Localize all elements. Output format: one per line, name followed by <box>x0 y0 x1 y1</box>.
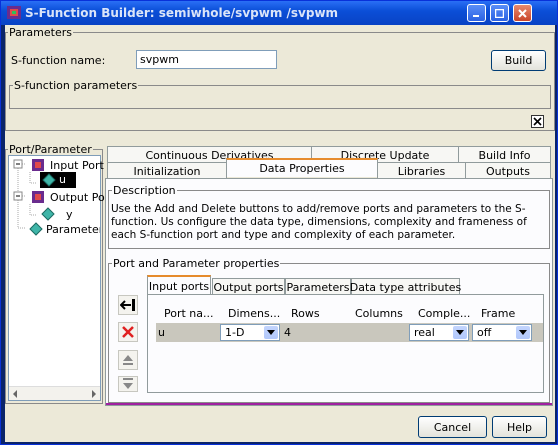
cancel-button[interactable]: Cancel <box>418 416 487 438</box>
close-small-icon <box>533 117 542 126</box>
col-complexity: Comple... <box>418 307 471 320</box>
input-ports-table: Port na... Dimens... Rows Columns Comple… <box>147 294 544 393</box>
dimensions-select[interactable]: 1-D <box>220 324 280 341</box>
maximize-icon <box>495 8 504 18</box>
port-diamond-icon <box>41 207 55 221</box>
add-arrow-icon <box>120 299 135 311</box>
tree-item-input-port[interactable]: Input Port <box>50 159 104 172</box>
clear-params-button[interactable] <box>531 115 544 128</box>
matlab-app-icon <box>7 6 21 19</box>
add-port-button[interactable] <box>118 295 138 315</box>
tab-output-ports[interactable]: Output ports <box>212 278 285 295</box>
build-button[interactable]: Build <box>491 50 546 71</box>
tab-initialization[interactable]: Initialization <box>107 162 227 179</box>
description-label: Description <box>112 184 177 197</box>
help-button[interactable]: Help <box>492 416 547 438</box>
description-text: Use the Add and Delete buttons to add/re… <box>111 203 527 241</box>
sfunction-builder-window: S-Function Builder: semiwhole/svpwm /svp… <box>0 0 558 445</box>
complexity-select[interactable]: real <box>409 324 469 341</box>
sfunction-name-input[interactable]: svpwm <box>136 50 277 69</box>
tree-horizontal-scrollbar[interactable] <box>9 386 100 400</box>
col-port-name: Port na... <box>164 307 214 320</box>
output-port-icon <box>32 191 44 203</box>
minimize-button[interactable] <box>467 4 486 22</box>
tab-parameters[interactable]: Parameters <box>285 278 351 295</box>
minimize-icon <box>473 14 479 17</box>
tree-item-output-port[interactable]: Output Po <box>50 191 105 204</box>
cell-rows[interactable]: 4 <box>282 324 344 341</box>
tab-data-type-attributes[interactable]: Data type attributes <box>350 278 461 295</box>
parameters-group-label: Parameters <box>8 26 73 39</box>
cell-port-name[interactable]: u <box>156 324 218 341</box>
tab-outputs[interactable]: Outputs <box>465 162 551 179</box>
window-title: S-Function Builder: semiwhole/svpwm /svp… <box>25 6 339 20</box>
chevron-down-icon <box>264 326 278 339</box>
close-icon <box>518 8 527 18</box>
tree-item-u[interactable]: u <box>40 172 76 188</box>
panel-bottom-accent <box>106 403 552 405</box>
tree-item-y[interactable]: y <box>66 208 73 221</box>
data-properties-panel: Description Use the Add and Delete butto… <box>105 178 553 406</box>
client-area: Parameters S-function name: svpwm Build … <box>5 25 555 442</box>
col-dimensions: Dimens... <box>228 307 281 320</box>
sfunction-parameters-label: S-function parameters <box>13 79 139 92</box>
chevron-down-icon <box>453 326 467 339</box>
tab-libraries[interactable]: Libraries <box>377 162 466 179</box>
delete-x-icon <box>122 326 134 338</box>
title-bar: S-Function Builder: semiwhole/svpwm /svp… <box>1 1 557 25</box>
col-frame: Frame <box>481 307 516 320</box>
col-columns: Columns <box>355 307 403 320</box>
tab-build-info[interactable]: Build Info <box>458 146 551 163</box>
port-parameter-properties-label: Port and Parameter properties <box>112 257 281 270</box>
move-up-icon <box>123 355 133 365</box>
table-row[interactable]: u 1-D 4 real off <box>156 323 543 342</box>
sfunction-name-label: S-function name: <box>11 54 106 67</box>
tree-item-parameters[interactable]: Parameters <box>46 223 100 236</box>
scroll-left-icon <box>13 390 17 398</box>
frame-select[interactable]: off <box>472 324 532 341</box>
parameters-diamond-icon <box>29 222 43 236</box>
move-up-button[interactable] <box>118 350 138 370</box>
col-rows: Rows <box>291 307 320 320</box>
chevron-down-icon <box>516 326 530 339</box>
tab-input-ports[interactable]: Input ports <box>147 275 211 295</box>
move-down-button[interactable] <box>118 376 138 392</box>
port-parameter-tree: Input Port u Output Po y Parameters <box>8 155 105 401</box>
close-button[interactable] <box>513 4 532 22</box>
move-down-icon <box>123 378 133 389</box>
maximize-button[interactable] <box>490 4 509 22</box>
delete-port-button[interactable] <box>118 322 138 342</box>
input-port-icon <box>32 159 44 171</box>
port-diamond-icon <box>42 173 56 187</box>
cell-columns[interactable] <box>345 324 407 341</box>
tab-data-properties[interactable]: Data Properties <box>226 158 378 177</box>
scroll-right-icon <box>92 390 96 398</box>
